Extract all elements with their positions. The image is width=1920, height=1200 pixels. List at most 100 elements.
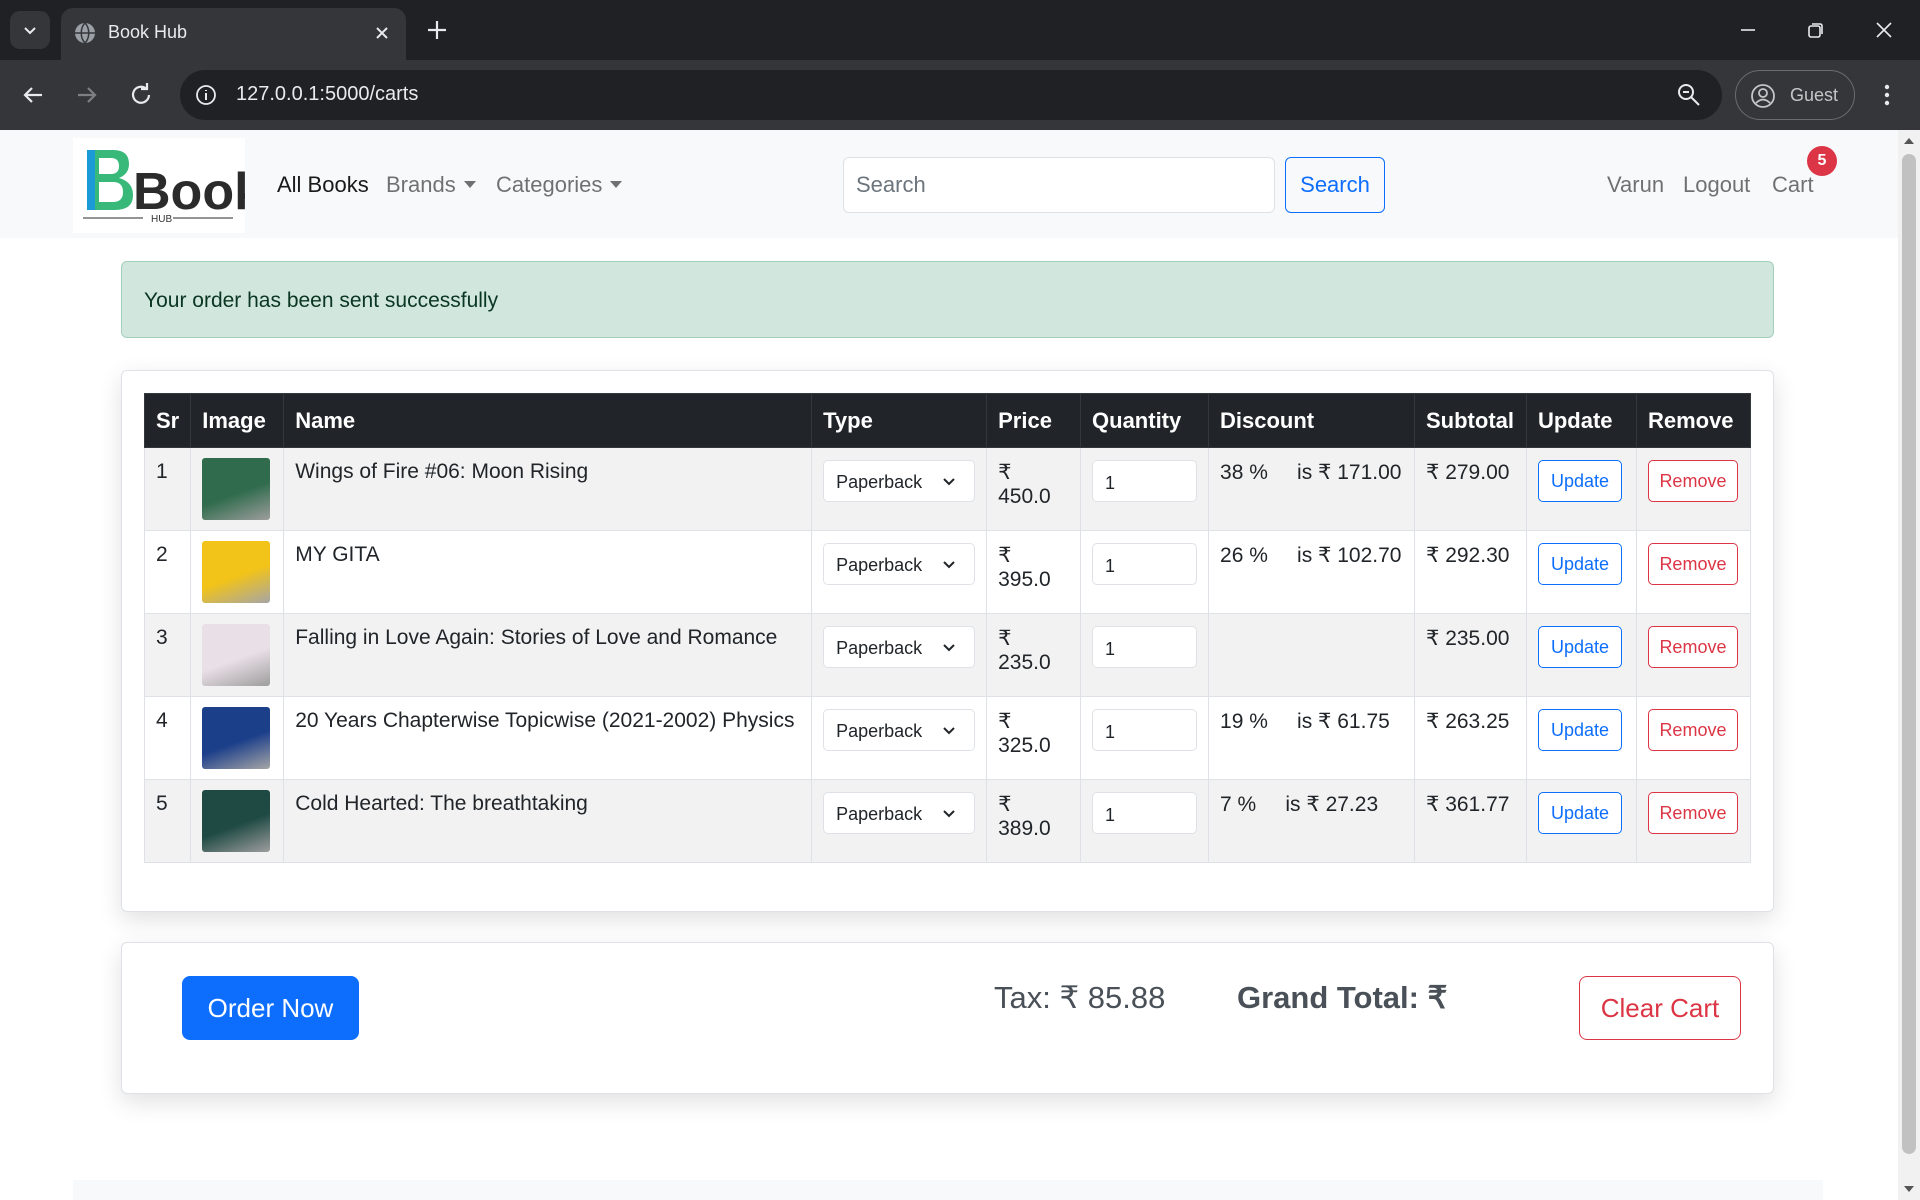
row-sr: 2: [143, 530, 192, 614]
chevron-down-icon: [24, 27, 36, 35]
scroll-up-icon[interactable]: [1903, 135, 1915, 147]
row-update-cell: Update: [1525, 447, 1637, 531]
type-select[interactable]: Paperback: [823, 460, 976, 502]
nav-logout[interactable]: Logout: [1683, 172, 1750, 198]
close-icon: [1876, 22, 1892, 38]
type-select[interactable]: Paperback: [823, 543, 976, 585]
row-sr: 3: [143, 613, 192, 697]
nav-brands-dropdown[interactable]: Brands: [386, 172, 476, 198]
row-remove-cell: Remove: [1635, 447, 1752, 531]
row-type-cell: Paperback: [811, 696, 988, 780]
row-subtotal: ₹ 361.77: [1414, 779, 1527, 863]
reload-icon[interactable]: [126, 80, 156, 110]
forward-icon[interactable]: [72, 80, 102, 110]
update-button[interactable]: Update: [1537, 543, 1622, 585]
table-header-row: Sr Image Name Type Price Quantity Discou…: [143, 393, 1752, 448]
type-select-value: Paperback: [836, 638, 923, 658]
quantity-input[interactable]: 1: [1092, 543, 1198, 585]
search-input[interactable]: [843, 157, 1275, 213]
site-logo[interactable]: Book HUB: [73, 138, 263, 233]
remove-button[interactable]: Remove: [1647, 543, 1738, 585]
back-icon[interactable]: [18, 80, 48, 110]
update-button[interactable]: Update: [1537, 792, 1622, 834]
type-select-value: Paperback: [836, 555, 923, 575]
row-subtotal: ₹ 263.25: [1414, 696, 1527, 780]
page-scrollbar[interactable]: [1898, 130, 1920, 1200]
remove-button[interactable]: Remove: [1647, 709, 1738, 751]
type-select-value: Paperback: [836, 721, 923, 741]
profile-name: Guest: [1790, 85, 1839, 105]
type-select-value: Paperback: [836, 472, 923, 492]
row-image-cell: [190, 530, 285, 614]
close-window-button[interactable]: [1868, 14, 1900, 46]
row-type-cell: Paperback: [811, 530, 988, 614]
row-sr: 5: [143, 779, 192, 863]
type-select[interactable]: Paperback: [823, 626, 976, 668]
quantity-input[interactable]: 1: [1092, 792, 1198, 834]
profile-button[interactable]: Guest: [1735, 70, 1855, 120]
scrollbar-thumb[interactable]: [1902, 154, 1916, 1154]
type-select[interactable]: Paperback: [823, 792, 976, 834]
address-bar[interactable]: 127.0.0.1:5000/carts: [180, 70, 1722, 120]
book-cover-image: [202, 541, 271, 603]
remove-button[interactable]: Remove: [1647, 460, 1738, 502]
site-info-icon[interactable]: [194, 83, 218, 107]
remove-button[interactable]: Remove: [1647, 792, 1738, 834]
quantity-input[interactable]: 1: [1092, 460, 1198, 502]
more-menu-icon[interactable]: [1875, 80, 1899, 110]
header-update: Update: [1525, 393, 1637, 448]
nav-categories-dropdown[interactable]: Categories: [496, 172, 623, 198]
row-name: Wings of Fire #06: Moon Rising: [283, 447, 813, 531]
restore-button[interactable]: [1800, 14, 1832, 46]
minimize-button[interactable]: [1732, 14, 1764, 46]
tab-title: Book Hub: [108, 22, 188, 42]
site-navbar: Book HUB All Books Brands Categories Sea…: [0, 130, 1898, 238]
quantity-input[interactable]: 1: [1092, 626, 1198, 668]
browser-tab[interactable]: Book Hub: [61, 8, 406, 60]
row-quantity-cell: 1: [1080, 696, 1210, 780]
update-button[interactable]: Update: [1537, 626, 1622, 668]
search-button[interactable]: Search: [1285, 157, 1385, 213]
row-name: Falling in Love Again: Stories of Love a…: [283, 613, 813, 697]
row-remove-cell: Remove: [1635, 613, 1752, 697]
close-tab-icon[interactable]: [372, 23, 392, 43]
book-cover-image: [202, 624, 271, 686]
row-image-cell: [190, 779, 285, 863]
tab-list-button[interactable]: [10, 11, 50, 49]
new-tab-icon[interactable]: [424, 17, 450, 43]
table-row: 2 MY GITA Paperback ₹ 395.0 1 26 % is ₹ …: [143, 530, 1752, 614]
url-text[interactable]: 127.0.0.1:5000/carts: [236, 83, 418, 106]
row-update-cell: Update: [1525, 696, 1637, 780]
row-quantity-cell: 1: [1080, 779, 1210, 863]
type-select[interactable]: Paperback: [823, 709, 976, 751]
update-button[interactable]: Update: [1537, 709, 1622, 751]
page-viewport: Book HUB All Books Brands Categories Sea…: [0, 130, 1898, 1200]
chevron-down-icon: [943, 810, 955, 818]
zoom-icon[interactable]: [1676, 82, 1702, 108]
header-sr: Sr: [143, 393, 192, 448]
row-name: MY GITA: [283, 530, 813, 614]
nav-cart[interactable]: Cart: [1772, 172, 1814, 198]
update-button[interactable]: Update: [1537, 460, 1622, 502]
quantity-input[interactable]: 1: [1092, 709, 1198, 751]
row-price: ₹ 389.0: [986, 779, 1082, 863]
row-type-cell: Paperback: [811, 779, 988, 863]
nav-all-books[interactable]: All Books: [277, 172, 369, 198]
row-subtotal: ₹ 279.00: [1414, 447, 1527, 531]
order-now-button[interactable]: Order Now: [182, 976, 359, 1040]
row-price: ₹ 450.0: [986, 447, 1082, 531]
scroll-down-icon[interactable]: [1903, 1183, 1915, 1195]
row-remove-cell: Remove: [1635, 779, 1752, 863]
clear-cart-button[interactable]: Clear Cart: [1579, 976, 1741, 1040]
browser-tab-bar: Book Hub: [0, 0, 1920, 60]
type-select-value: Paperback: [836, 804, 923, 824]
book-hub-logo: Book HUB: [83, 150, 263, 225]
remove-button[interactable]: Remove: [1647, 626, 1738, 668]
nav-user[interactable]: Varun: [1607, 172, 1664, 198]
chevron-down-icon: [943, 644, 955, 652]
row-discount: 7 % is ₹ 27.23: [1208, 779, 1415, 863]
row-image-cell: [190, 447, 285, 531]
row-update-cell: Update: [1525, 779, 1637, 863]
row-sr: 4: [143, 696, 192, 780]
row-name: 20 Years Chapterwise Topicwise (2021-200…: [283, 696, 813, 780]
